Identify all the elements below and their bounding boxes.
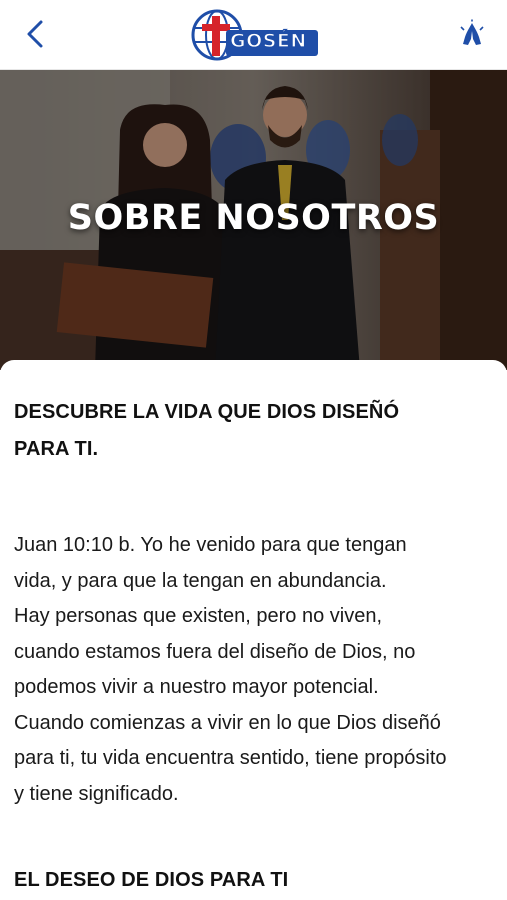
section-heading-line2: PARA TI. bbox=[14, 438, 99, 460]
paragraph-line: vida, y para que la tengan en abundancia… bbox=[14, 569, 387, 592]
gosen-logo: GOSÉN bbox=[190, 8, 320, 62]
content-card: DESCUBRE LA VIDA QUE DIOS DISEÑÓ PARA TI… bbox=[0, 360, 507, 900]
paragraph-line: para ti, tu vida encuentra sentido, tien… bbox=[14, 747, 447, 769]
prayer-button[interactable] bbox=[456, 18, 488, 50]
paragraph-line: Cuando comienzas a vivir en lo que Dios … bbox=[14, 711, 441, 734]
paragraph: Juan 10:10 b. Yo he venido para que teng… bbox=[14, 528, 493, 812]
back-button[interactable] bbox=[18, 16, 52, 52]
section-heading-2: EL DESEO DE DIOS PARA TI bbox=[14, 869, 289, 891]
paragraph-line: podemos vivir a nuestro mayor potencial. bbox=[14, 676, 379, 698]
logo-wordmark: GOSÉN bbox=[229, 29, 307, 52]
paragraph-line: Juan 10:10 b. Yo he venido para que teng… bbox=[14, 534, 407, 556]
top-nav-bar: GOSÉN bbox=[0, 0, 507, 70]
hero-title: SOBRE NOSOTROS bbox=[67, 198, 440, 238]
paragraph-line: cuando estamos fuera del diseño de Dios,… bbox=[14, 640, 416, 663]
section-heading: DESCUBRE LA VIDA QUE DIOS DISEÑÓ PARA TI… bbox=[14, 394, 484, 468]
hero-banner: SOBRE NOSOTROS bbox=[0, 70, 507, 370]
paragraph-line: y tiene significado. bbox=[14, 782, 179, 805]
paragraph-line: Hay personas que existen, pero no viven, bbox=[14, 605, 382, 627]
section-heading-line1: DESCUBRE LA VIDA QUE DIOS DISEÑÓ bbox=[14, 401, 400, 423]
chevron-left-icon bbox=[27, 20, 43, 48]
praying-hands-icon bbox=[460, 19, 484, 45]
